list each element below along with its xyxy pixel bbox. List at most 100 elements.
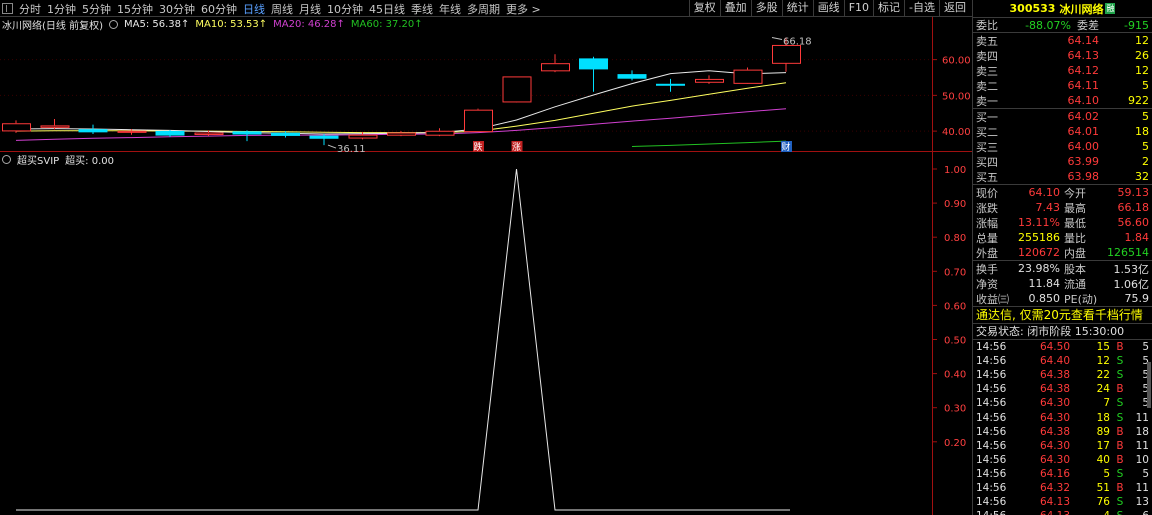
tick-row[interactable]: 14:5664.134S6	[973, 509, 1152, 515]
tick-direction: S	[1116, 369, 1124, 382]
main-legend: 冰川网络(日线 前复权) MA5: 56.38↑ MA10: 53.53↑ MA…	[2, 18, 429, 32]
candle[interactable]	[425, 128, 455, 137]
asks-row[interactable]: 卖四 64.13 26	[973, 48, 1152, 63]
toolbar-button-6[interactable]: 标记	[873, 0, 904, 17]
price-tick-label: 40.00	[942, 127, 971, 138]
tick-row[interactable]: 14:56 64.16 5 S 5	[973, 467, 1152, 481]
tick-scrollbar[interactable]	[1147, 362, 1151, 408]
period-tab-8[interactable]: 月线	[299, 1, 321, 17]
asks-row[interactable]: 卖二 64.11 5	[973, 78, 1152, 93]
candle[interactable]	[656, 78, 685, 92]
period-tab-14[interactable]: 更多 >	[506, 1, 541, 17]
quote-row: 净资 11.84 流通 1.06亿	[973, 276, 1152, 291]
period-tab-11[interactable]: 季线	[411, 1, 433, 17]
period-tab-9[interactable]: 10分钟	[327, 1, 363, 17]
period-toolbar: 分时 1分钟 5分钟 15分钟 30分钟 60分钟 日线 周线 月线 10分钟 45日线 季线 年线 多周…	[0, 0, 972, 17]
candle[interactable]	[387, 131, 416, 137]
period-tab-13[interactable]: 多周期	[467, 1, 500, 17]
period-tab-10[interactable]: 45日线	[369, 1, 405, 17]
sub-title: 超买SVIP	[17, 156, 60, 167]
tick-direction: S	[1116, 496, 1124, 509]
trade-state: 交易状态: 闭市阶段 15:30:00	[973, 324, 1152, 340]
period-tab-4[interactable]: 30分钟	[159, 1, 195, 17]
tick-row[interactable]: 14:56 64.38 22 S 5	[973, 368, 1152, 382]
tick-row[interactable]: 14:56 64.30 40 B 10	[973, 453, 1152, 467]
quote-value: 13.11%	[1018, 216, 1060, 229]
toolbar-button-2[interactable]: 多股	[750, 0, 782, 17]
tick-row[interactable]: 14:56 64.38 24 B 5	[973, 382, 1152, 396]
main-title: 冰川网络(日线 前复权)	[2, 21, 103, 32]
candle[interactable]	[695, 75, 724, 84]
promo-banner[interactable]: 通达信, 仅需20元查看千档行情	[973, 307, 1152, 324]
book-price: 64.01	[1067, 125, 1100, 138]
tick-row[interactable]: 14:56 64.30 17 B 11	[973, 439, 1152, 453]
chart-svg[interactable]: 60.00 50.00 40.00 66.18 36.11 跌 涨 财 1.00 0.90 0.80…	[0, 17, 972, 515]
tick-count: 13	[1135, 496, 1149, 509]
weicha-label: 委差	[1077, 19, 1099, 32]
tick-row[interactable]: 14:56 64.30 18 S 11	[973, 410, 1152, 424]
period-tab-5[interactable]: 60分钟	[201, 1, 237, 17]
asks-row[interactable]: 卖五 64.14 12	[973, 33, 1152, 48]
period-tab-1[interactable]: 1分钟	[47, 1, 76, 17]
tick-count: 11	[1135, 439, 1149, 452]
tick-row[interactable]: 14:56 64.13 76 S 13	[973, 495, 1152, 509]
candle-body	[194, 132, 224, 135]
tick-direction: B	[1116, 481, 1124, 494]
bids-row[interactable]: 买五 63.98 32	[973, 169, 1152, 184]
period-tab-7[interactable]: 周线	[271, 1, 293, 17]
quote-row: 收益㈢ 0.850 PE(动) 75.9	[973, 291, 1152, 306]
candle[interactable]	[733, 67, 763, 84]
toolbar-button-4[interactable]: 画线	[812, 0, 844, 17]
candle[interactable]	[579, 56, 608, 92]
tick-price: 64.30	[1039, 397, 1070, 410]
toolbar-button-1[interactable]: 叠加	[719, 0, 751, 17]
candle[interactable]	[502, 76, 532, 103]
period-tab-6[interactable]: 日线	[243, 1, 265, 17]
indicator-circle-icon[interactable]	[108, 20, 118, 29]
toolbar-button-3[interactable]: 统计	[781, 0, 813, 17]
quote-value: 1.06亿	[1113, 277, 1150, 291]
tick-price: 64.30	[1039, 439, 1070, 452]
candle[interactable]	[541, 54, 570, 73]
tick-count: 11	[1135, 481, 1149, 494]
chart-area[interactable]: 60.00 50.00 40.00 66.18 36.11 跌 涨 财 1.00 0.90 0.80…	[0, 17, 972, 515]
quote-row: 现价 64.10 今开 59.13	[973, 185, 1152, 200]
tick-row[interactable]: 14:56 64.32 51 B 11	[973, 481, 1152, 495]
book-price: 63.99	[1067, 155, 1100, 168]
low-pointer	[327, 144, 337, 149]
tick-row[interactable]: 14:56 64.50 15 B 5	[973, 340, 1152, 354]
bids-row[interactable]: 买一 64.02 5	[973, 109, 1152, 124]
bids-row[interactable]: 买三 64.00 5	[973, 139, 1152, 154]
candle[interactable]	[617, 70, 647, 81]
tick-volume: 4	[1070, 510, 1110, 515]
tick-volume: 17	[1096, 439, 1110, 452]
tick-list[interactable]: 14:56 64.50 15 B 5 14:56 64.40 12 S 5 14:56 64.38 22…	[973, 340, 1152, 515]
candle[interactable]	[78, 124, 108, 134]
bids-row[interactable]: 买二 64.01 18	[973, 124, 1152, 139]
candle[interactable]	[2, 120, 31, 133]
period-tab-12[interactable]: 年线	[439, 1, 461, 17]
quote-row: 总量 255186 量比 1.84	[973, 230, 1152, 245]
ma60-label: MA60: 37.20↑	[350, 19, 423, 30]
tick-row[interactable]: 14:56 64.38 89 B 18	[973, 425, 1152, 439]
asks-row[interactable]: 卖一 64.10 922	[973, 93, 1152, 108]
tick-row[interactable]: 14:56 64.40 12 S 5	[973, 354, 1152, 368]
toolbar-button-0[interactable]: 复权	[688, 0, 720, 17]
toolbar-button-5[interactable]: F10	[843, 0, 873, 17]
period-tab-2[interactable]: 5分钟	[82, 1, 111, 17]
toolbar-button-8[interactable]: 返回	[939, 0, 970, 17]
period-tab-0[interactable]: 分时	[19, 1, 41, 17]
candle[interactable]	[155, 130, 185, 137]
candle[interactable]	[40, 118, 70, 130]
panel-toggle-icon[interactable]	[2, 3, 13, 14]
bids-row[interactable]: 买四 63.99 2	[973, 154, 1152, 169]
candle[interactable]	[309, 133, 339, 146]
tick-row[interactable]: 14:56 64.30 7 S 5	[973, 396, 1152, 410]
toolbar-button-7[interactable]: -自选	[904, 0, 939, 17]
indicator-circle-icon[interactable]	[2, 155, 11, 164]
candle[interactable]	[464, 108, 493, 133]
quote-label: 涨跌	[976, 201, 998, 215]
period-tab-3[interactable]: 15分钟	[117, 1, 153, 17]
book-volume: 922	[1128, 94, 1149, 107]
asks-row[interactable]: 卖三 64.12 12	[973, 63, 1152, 78]
